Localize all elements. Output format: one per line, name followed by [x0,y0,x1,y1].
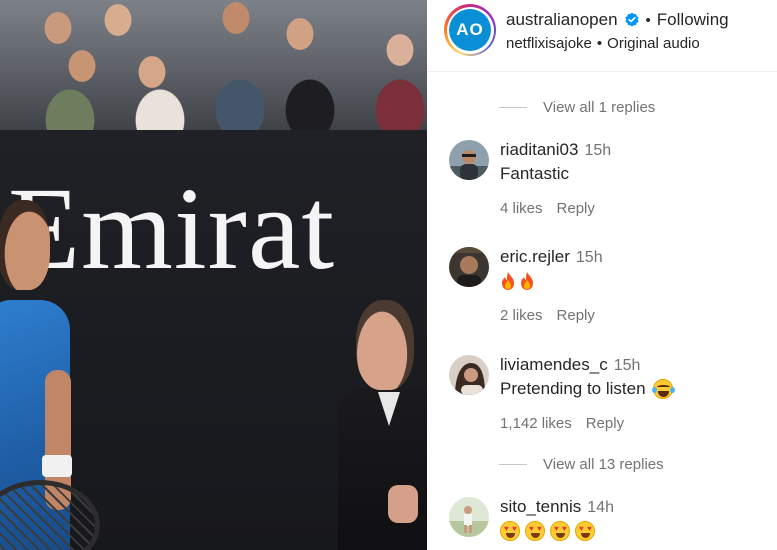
reply-button[interactable]: Reply [586,415,624,432]
account-username[interactable]: australianopen [506,10,618,30]
comment-text: Fantastic [500,164,569,183]
comment-timestamp: 15h [584,142,612,159]
comment-likes[interactable]: 4 likes [500,200,543,217]
comment-username[interactable]: riaditani03 [500,140,578,160]
heart-eyes-emoji-icon: ♥ ♥ [500,521,520,541]
player-right [320,300,427,550]
audio-separator: • [596,35,603,52]
view-replies-label: View all 13 replies [543,456,664,473]
commenter-avatar[interactable] [449,140,489,180]
comment-likes[interactable]: 1,142 likes [500,415,572,432]
comment-likes[interactable]: 2 likes [500,307,543,324]
video-player[interactable]: Emirat [0,0,427,550]
commenter-avatar[interactable] [449,497,489,537]
audio-label-link[interactable]: Original audio [607,35,700,52]
heart-eyes-emoji-icon: ♥ ♥ [525,521,545,541]
comment-text: Pretending to listen [500,379,675,399]
commenter-avatar[interactable] [449,247,489,287]
reply-button[interactable]: Reply [557,200,595,217]
divider-line [499,107,527,108]
divider-line [499,464,527,465]
view-replies-button[interactable]: View all 1 replies [499,99,655,116]
ao-logo: AO [449,9,491,51]
heart-eyes-emoji-icon: ♥ ♥ [575,521,595,541]
following-button[interactable]: Following [657,10,729,30]
audio-owner-link[interactable]: netflixisajoke [506,35,592,52]
view-replies-button[interactable]: View all 13 replies [499,456,664,473]
comment-username[interactable]: eric.rejler [500,247,570,267]
heart-eyes-emoji-icon: ♥ ♥ [550,521,570,541]
reply-button[interactable]: Reply [557,307,595,324]
comment-timestamp: 15h [613,357,641,374]
fire-emoji-icon [521,272,533,290]
view-replies-label: View all 1 replies [543,99,656,116]
comment-text-content: Pretending to listen [500,379,646,398]
comments-panel: AO australianopen • Following netflixisa… [427,0,777,550]
laughing-with-tears-emoji-icon [651,379,675,399]
verified-badge-icon [624,12,639,27]
comment-username[interactable]: liviamendes_c [500,355,608,375]
commenter-avatar[interactable] [449,355,489,395]
account-avatar[interactable]: AO [444,4,496,56]
comment-timestamp: 15h [575,249,603,266]
comment-text: ♥ ♥ ♥ ♥ ♥ ♥ ♥ ♥ [500,521,614,541]
comment-text [500,271,603,291]
comment-username[interactable]: sito_tennis [500,497,581,517]
header-separator: • [645,11,651,29]
fire-emoji-icon [502,272,514,290]
comment-timestamp: 14h [587,499,614,516]
crowd-background [0,0,427,140]
post-header: AO australianopen • Following netflixisa… [427,0,777,72]
